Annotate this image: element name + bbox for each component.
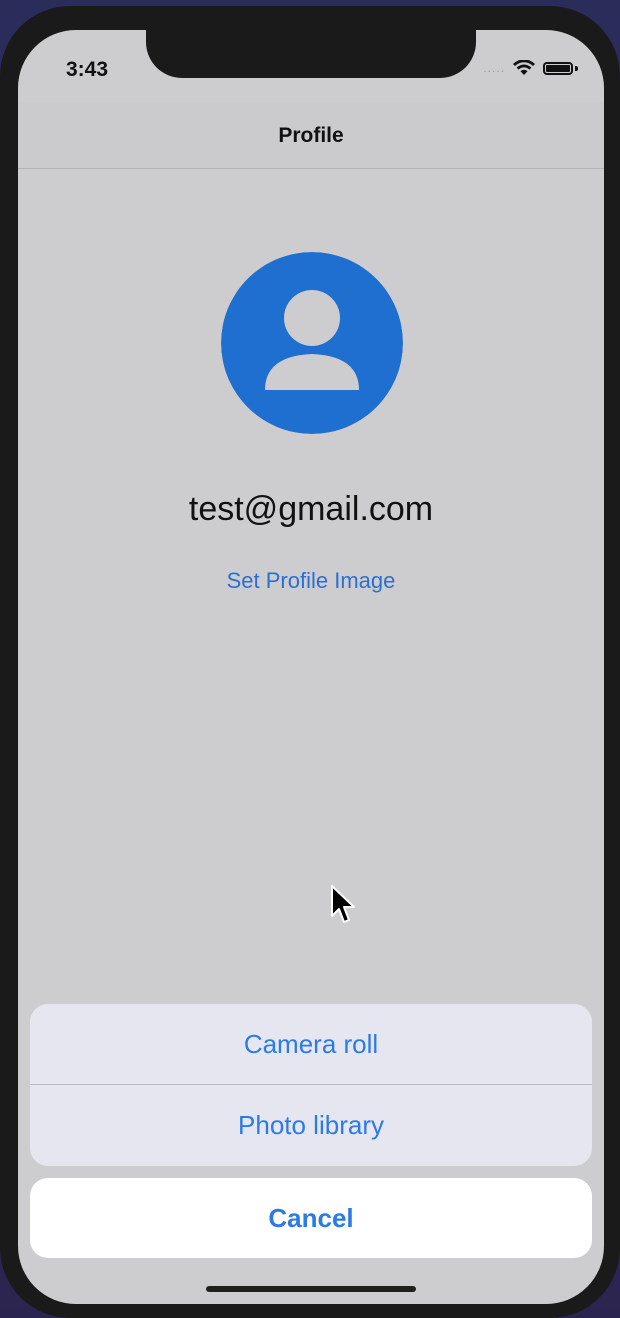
phone-device-frame: 3:43 ..... Profile test@gmail.com Set Pr… [0,6,620,1318]
photo-library-option[interactable]: Photo library [30,1085,592,1165]
phone-screen: 3:43 ..... Profile test@gmail.com Set Pr… [18,30,604,1304]
home-indicator[interactable] [206,1286,416,1292]
status-indicators: ..... [483,60,578,76]
person-circle-icon [221,252,403,434]
mouse-pointer-icon [331,885,355,923]
action-sheet-options: Camera roll Photo library [30,1004,592,1166]
cellular-signal-icon: ..... [483,61,505,75]
wifi-icon [513,60,535,75]
battery-tip [575,65,578,71]
set-profile-image-button[interactable]: Set Profile Image [18,568,604,594]
nav-title: Profile [278,124,344,147]
device-notch [146,30,476,78]
camera-roll-option[interactable]: Camera roll [30,1004,592,1084]
navigation-bar: Profile [18,102,604,169]
profile-email: test@gmail.com [188,490,434,528]
status-time: 3:43 [66,58,109,81]
battery-icon [543,61,573,75]
cancel-button[interactable]: Cancel [30,1178,592,1258]
